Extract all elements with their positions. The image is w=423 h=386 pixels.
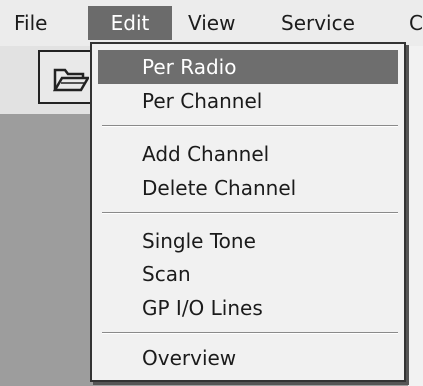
menu-item-overview[interactable]: Overview: [98, 341, 398, 375]
folder-open-icon: [53, 68, 89, 92]
menu-item-per-channel[interactable]: Per Channel: [98, 84, 398, 118]
menu-item-add-channel[interactable]: Add Channel: [98, 137, 398, 171]
menu-file[interactable]: File: [14, 6, 47, 40]
edit-menu-dropdown: Per Radio Per Channel Add Channel Delete…: [90, 42, 406, 382]
menu-separator: [102, 125, 398, 127]
menu-item-single-tone[interactable]: Single Tone: [98, 224, 398, 258]
menu-item-gp-io-lines[interactable]: GP I/O Lines: [98, 291, 398, 325]
menu-view[interactable]: View: [188, 6, 235, 40]
menu-item-delete-channel[interactable]: Delete Channel: [98, 171, 398, 205]
menu-service[interactable]: Service: [281, 6, 355, 40]
menu-item-scan[interactable]: Scan: [98, 257, 398, 291]
menu-separator: [102, 332, 398, 334]
menu-edit[interactable]: Edit: [88, 6, 172, 40]
menu-truncated[interactable]: C: [409, 6, 423, 40]
menu-separator: [102, 212, 398, 214]
menu-item-per-radio[interactable]: Per Radio: [98, 50, 398, 84]
open-folder-button[interactable]: [38, 50, 92, 104]
side-panel: [408, 46, 423, 386]
menu-bar: File Edit View Service C: [0, 0, 423, 46]
